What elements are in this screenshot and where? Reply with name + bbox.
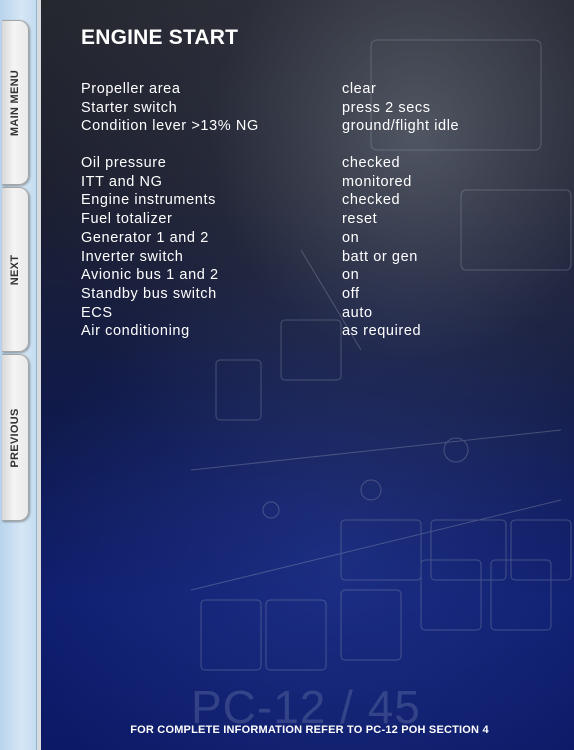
checklist-row: Air conditioning as required <box>81 322 531 341</box>
content-panel: ENGINE START Propeller area clear Starte… <box>37 0 574 750</box>
checklist-action: ground/flight idle <box>342 118 460 135</box>
checklist-action: press 2 secs <box>342 99 431 116</box>
checklist-action: auto <box>342 304 373 321</box>
checklist-item: Generator 1 and 2 <box>81 229 209 246</box>
checklist-action: on <box>342 267 360 284</box>
main-menu-tab[interactable]: MAIN MENU <box>2 20 29 185</box>
checklist-item: Oil pressure <box>81 155 167 172</box>
checklist-action: batt or gen <box>342 248 418 265</box>
side-tab-rail: MAIN MENU NEXT PREVIOUS <box>0 0 37 750</box>
checklist-action: monitored <box>342 173 412 190</box>
checklist-row: Avionic bus 1 and 2 on <box>81 266 531 285</box>
next-tab[interactable]: NEXT <box>2 187 29 352</box>
checklist-action: as required <box>342 323 422 340</box>
checklist-action: reset <box>342 211 378 228</box>
checklist-item: Engine instruments <box>81 192 216 209</box>
checklist-item: Inverter switch <box>81 248 184 265</box>
checklist-action: clear <box>342 81 377 97</box>
checklist-row: Inverter switch batt or gen <box>81 248 531 267</box>
checklist-item: Air conditioning <box>81 323 190 340</box>
engine-start-checklist: Propeller area clear Starter switch pres… <box>81 80 531 341</box>
next-tab-label: NEXT <box>9 254 21 285</box>
checklist-row: Fuel totalizer reset <box>81 210 531 229</box>
app-window: MAIN MENU NEXT PREVIOUS ENGINE START Pro… <box>0 0 574 750</box>
checklist-row: ITT and NG monitored <box>81 173 531 192</box>
checklist-row: Starter switch press 2 secs <box>81 99 531 118</box>
checklist-action: checked <box>342 192 401 209</box>
checklist-item: Condition lever >13% NG <box>81 118 259 135</box>
checklist-row: Engine instruments checked <box>81 191 531 210</box>
checklist-row: ECS auto <box>81 304 531 323</box>
checklist-item: Avionic bus 1 and 2 <box>81 267 219 284</box>
checklist-row: Generator 1 and 2 on <box>81 229 531 248</box>
checklist-action: on <box>342 229 360 246</box>
checklist-item: ECS <box>81 304 113 321</box>
checklist-action: off <box>342 285 360 302</box>
checklist-row: Oil pressure checked <box>81 154 531 173</box>
checklist-item: Standby bus switch <box>81 285 217 302</box>
checklist-row: Condition lever >13% NG ground/flight id… <box>81 117 531 136</box>
checklist-item: Starter switch <box>81 99 178 116</box>
page-title: ENGINE START <box>81 26 239 49</box>
checklist-row: Standby bus switch off <box>81 285 531 304</box>
checklist-action: checked <box>342 155 401 172</box>
previous-tab[interactable]: PREVIOUS <box>2 354 29 521</box>
checklist-row: Propeller area clear <box>81 80 531 99</box>
checklist-item: Propeller area <box>81 81 181 97</box>
checklist-item: Fuel totalizer <box>81 211 173 228</box>
previous-tab-label: PREVIOUS <box>9 407 21 468</box>
checklist-item: ITT and NG <box>81 173 163 190</box>
main-menu-tab-label: MAIN MENU <box>9 69 21 136</box>
footer-reference-note: FOR COMPLETE INFORMATION REFER TO PC-12 … <box>130 724 489 736</box>
